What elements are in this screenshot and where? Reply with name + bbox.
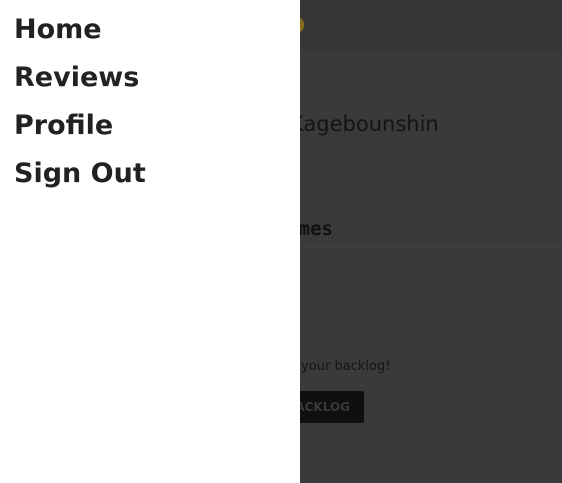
nav-item-profile: Profile [14,108,300,156]
nav-link-profile[interactable]: Profile [14,108,113,144]
nav-link-home[interactable]: Home [14,12,102,48]
nav-item-reviews: Reviews [14,60,300,108]
nav-link-reviews[interactable]: Reviews [14,60,139,96]
nav-item-home: Home [14,12,300,60]
nav-item-sign-out: Sign Out [14,156,300,204]
nav-link-sign-out[interactable]: Sign Out [14,156,146,192]
nav-drawer: Home Reviews Profile Sign Out [0,0,300,483]
section-divider [290,246,562,247]
nav-list: Home Reviews Profile Sign Out [14,12,300,204]
profile-username: Kagebounshin [290,112,439,136]
